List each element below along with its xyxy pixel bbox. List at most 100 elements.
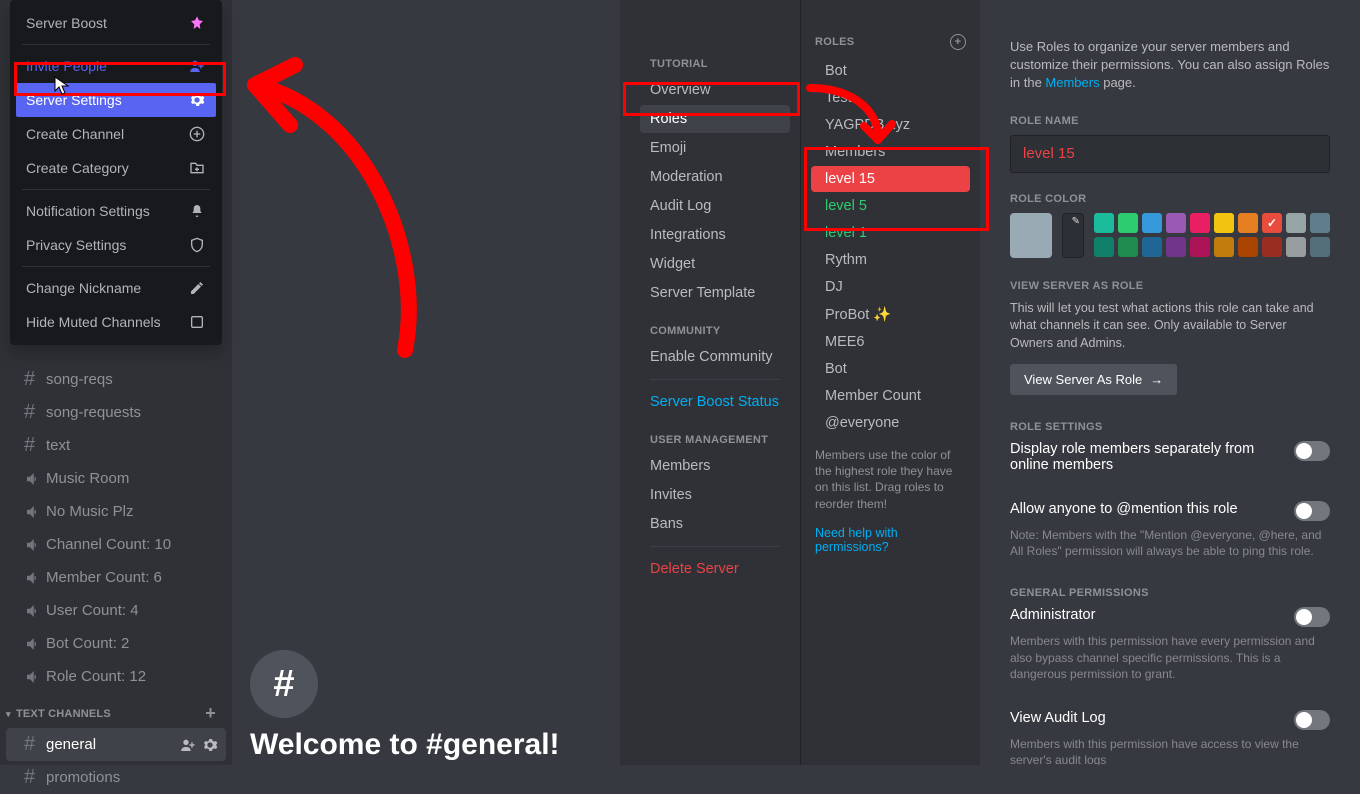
view-server-as-role-button[interactable]: View Server As Role→ bbox=[1010, 364, 1177, 395]
color-swatch[interactable] bbox=[1190, 213, 1210, 233]
role-editor: Use Roles to organize your server member… bbox=[980, 0, 1360, 765]
role-settings-label: ROLE SETTINGS bbox=[1010, 421, 1330, 433]
voice-user-count-4[interactable]: User Count: 4 bbox=[6, 594, 226, 627]
color-swatch[interactable] bbox=[1214, 237, 1234, 257]
nav-integrations[interactable]: Integrations bbox=[640, 221, 790, 249]
color-swatch[interactable] bbox=[1262, 213, 1282, 233]
nav-invites[interactable]: Invites bbox=[640, 481, 790, 509]
role-bot[interactable]: Bot bbox=[811, 58, 970, 84]
color-swatch[interactable] bbox=[1142, 237, 1162, 257]
menu-notification-settings[interactable]: Notification Settings bbox=[16, 194, 216, 228]
nav-members[interactable]: Members bbox=[640, 452, 790, 480]
default-color-swatch[interactable] bbox=[1010, 213, 1052, 258]
voice-no-music-plz[interactable]: No Music Plz bbox=[6, 495, 226, 528]
nav-server-boost-status[interactable]: Server Boost Status bbox=[640, 388, 790, 416]
menu-server-settings[interactable]: Server Settings bbox=[16, 83, 216, 117]
nav-widget[interactable]: Widget bbox=[640, 250, 790, 278]
nav-audit-log[interactable]: Audit Log bbox=[640, 192, 790, 220]
invite-icon bbox=[188, 57, 206, 75]
menu-server-boost[interactable]: Server Boost bbox=[16, 6, 216, 40]
role-name-input[interactable] bbox=[1010, 135, 1330, 173]
color-swatch[interactable] bbox=[1238, 237, 1258, 257]
role-dj[interactable]: DJ bbox=[811, 274, 970, 300]
role--everyone[interactable]: @everyone bbox=[811, 410, 970, 436]
menu-privacy-settings[interactable]: Privacy Settings bbox=[16, 228, 216, 262]
menu-hide-muted-channels[interactable]: Hide Muted Channels bbox=[16, 305, 216, 339]
color-swatch[interactable] bbox=[1310, 237, 1330, 257]
hash-icon: # bbox=[24, 766, 46, 789]
role-mee6[interactable]: MEE6 bbox=[811, 329, 970, 355]
color-swatch[interactable] bbox=[1094, 237, 1114, 257]
channel-song-reqs[interactable]: #song-reqs bbox=[6, 363, 226, 396]
toggle-administrator[interactable] bbox=[1294, 607, 1330, 627]
color-swatch[interactable] bbox=[1166, 237, 1186, 257]
add-channel-icon[interactable]: + bbox=[205, 703, 216, 724]
square-icon bbox=[188, 313, 206, 331]
hash-icon: # bbox=[24, 434, 46, 457]
role-level-5[interactable]: level 5 bbox=[811, 193, 970, 219]
roles-intro: Use Roles to organize your server member… bbox=[1010, 38, 1330, 93]
color-swatch[interactable] bbox=[1190, 237, 1210, 257]
menu-create-category[interactable]: Create Category bbox=[16, 151, 216, 185]
color-swatch[interactable] bbox=[1142, 213, 1162, 233]
nav-server-template[interactable]: Server Template bbox=[640, 279, 790, 307]
voice-member-count-6[interactable]: Member Count: 6 bbox=[6, 561, 226, 594]
nav-emoji[interactable]: Emoji bbox=[640, 134, 790, 162]
nav-bans[interactable]: Bans bbox=[640, 510, 790, 538]
color-swatch[interactable] bbox=[1166, 213, 1186, 233]
menu-invite-people[interactable]: Invite People bbox=[16, 49, 216, 83]
server-sidebar: Server Boost Invite PeopleServer Settings… bbox=[0, 0, 232, 765]
role-level-15[interactable]: level 15 bbox=[811, 166, 970, 192]
invite-icon[interactable] bbox=[180, 737, 196, 753]
menu-create-channel[interactable]: Create Channel bbox=[16, 117, 216, 151]
permissions-help-link[interactable]: Need help with permissions? bbox=[801, 522, 980, 558]
arrow-right-icon: → bbox=[1150, 372, 1163, 387]
role-yagpdb-xyz[interactable]: YAGPDB.xyz bbox=[811, 112, 970, 138]
role-members[interactable]: Members bbox=[811, 139, 970, 165]
gear-icon[interactable] bbox=[202, 737, 218, 753]
channel-promotions[interactable]: #promotions bbox=[6, 761, 226, 794]
color-swatch[interactable] bbox=[1094, 213, 1114, 233]
voice-bot-count-2[interactable]: Bot Count: 2 bbox=[6, 627, 226, 660]
role-level-1[interactable]: level 1 bbox=[811, 220, 970, 246]
role-member-count[interactable]: Member Count bbox=[811, 383, 970, 409]
hash-icon: # bbox=[24, 401, 46, 424]
color-swatch[interactable] bbox=[1262, 237, 1282, 257]
members-link[interactable]: Members bbox=[1045, 75, 1099, 90]
color-swatch[interactable] bbox=[1118, 237, 1138, 257]
add-role-button[interactable]: + bbox=[950, 34, 966, 50]
speaker-icon bbox=[24, 668, 46, 686]
nav-overview[interactable]: Overview bbox=[640, 76, 790, 104]
role-test[interactable]: Test bbox=[811, 85, 970, 111]
nav-section-tutorial: TUTORIAL bbox=[650, 58, 790, 70]
channel-text[interactable]: #text bbox=[6, 429, 226, 462]
toggle-display-separately[interactable] bbox=[1294, 441, 1330, 461]
toggle-allow-mention[interactable] bbox=[1294, 501, 1330, 521]
color-swatch[interactable] bbox=[1286, 237, 1306, 257]
toggle-view-audit-log[interactable] bbox=[1294, 710, 1330, 730]
role-bot[interactable]: Bot bbox=[811, 356, 970, 382]
role-rythm[interactable]: Rythm bbox=[811, 247, 970, 273]
general-permissions-label: GENERAL PERMISSIONS bbox=[1010, 587, 1330, 599]
gear-icon bbox=[188, 91, 206, 109]
color-swatch[interactable] bbox=[1118, 213, 1138, 233]
voice-channel-count-10[interactable]: Channel Count: 10 bbox=[6, 528, 226, 561]
color-swatch[interactable] bbox=[1310, 213, 1330, 233]
role-probot-[interactable]: ProBot ✨ bbox=[811, 301, 970, 328]
channel-song-requests[interactable]: #song-requests bbox=[6, 396, 226, 429]
nav-enable-community[interactable]: Enable Community bbox=[640, 343, 790, 371]
color-swatch[interactable] bbox=[1238, 213, 1258, 233]
nav-moderation[interactable]: Moderation bbox=[640, 163, 790, 191]
voice-music-room[interactable]: Music Room bbox=[6, 462, 226, 495]
color-picker-button[interactable] bbox=[1062, 213, 1084, 258]
color-swatch[interactable] bbox=[1214, 213, 1234, 233]
nav-delete-server[interactable]: Delete Server bbox=[640, 555, 790, 583]
color-swatch-grid bbox=[1094, 213, 1330, 257]
perm-view-audit-log: View Audit Log bbox=[1010, 710, 1106, 726]
menu-change-nickname[interactable]: Change Nickname bbox=[16, 271, 216, 305]
channel-general[interactable]: #general bbox=[6, 728, 226, 761]
nav-roles[interactable]: Roles bbox=[640, 105, 790, 133]
voice-role-count-12[interactable]: Role Count: 12 bbox=[6, 660, 226, 693]
color-swatch[interactable] bbox=[1286, 213, 1306, 233]
category-text-channels[interactable]: ▾ TEXT CHANNELS+ bbox=[0, 693, 232, 728]
